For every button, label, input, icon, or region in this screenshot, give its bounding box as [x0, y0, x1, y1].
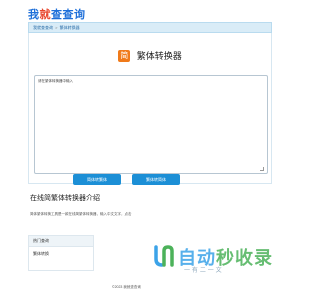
- watermark: 自动秒收录 一 有 二 一 文: [150, 243, 285, 277]
- logo-part-2: 就: [39, 8, 51, 21]
- watermark-tagline: 一 有 二 一 文: [184, 267, 222, 274]
- hot-queries-header: 热门查询: [29, 236, 93, 247]
- logo-part-3: 查查询: [51, 8, 86, 21]
- tool-badge-icon: 简: [118, 49, 131, 62]
- button-row: 简体转繁体 繁体转简体: [0, 174, 320, 185]
- breadcrumb-separator: >: [55, 25, 58, 30]
- watermark-brand-part2: 秒收录: [216, 248, 273, 269]
- hot-queries-box: 热门查询 繁体转换: [28, 235, 94, 271]
- hot-query-item[interactable]: 繁体转换: [29, 247, 93, 257]
- to-traditional-button[interactable]: 简体转繁体: [73, 174, 121, 185]
- intro-heading: 在线简繁体转换器介绍: [30, 194, 100, 202]
- tool-title: 简 繁体转换器: [29, 47, 271, 65]
- to-simplified-button[interactable]: 繁体转简体: [132, 174, 180, 185]
- converter-input[interactable]: 请在繁体转换器中输入: [34, 75, 268, 174]
- breadcrumb: 我就查查询 > 繁体转换器: [28, 22, 272, 33]
- logo-part-1: 我: [28, 8, 40, 21]
- footer-copyright: ©2023 我就查查询: [112, 285, 141, 289]
- site-logo[interactable]: 我就查查询: [28, 6, 300, 22]
- breadcrumb-current: 繁体转换器: [59, 25, 80, 30]
- main-content: 我就查查询 > 繁体转换器 简 繁体转换器 请在繁体转换器中输入: [28, 22, 272, 184]
- intro-paragraph: 简体繁体转换工具是一款在线简繁体转换器，输入中文文字，点击: [30, 212, 132, 216]
- watermark-logo-icon: [154, 245, 174, 267]
- tool-title-text: 繁体转换器: [136, 52, 182, 63]
- textarea-resize-handle[interactable]: [260, 167, 264, 171]
- breadcrumb-home-link[interactable]: 我就查查询: [33, 25, 53, 30]
- site-header: 我就查查询: [0, 0, 300, 22]
- converter-card: 简 繁体转换器 请在繁体转换器中输入: [28, 33, 272, 184]
